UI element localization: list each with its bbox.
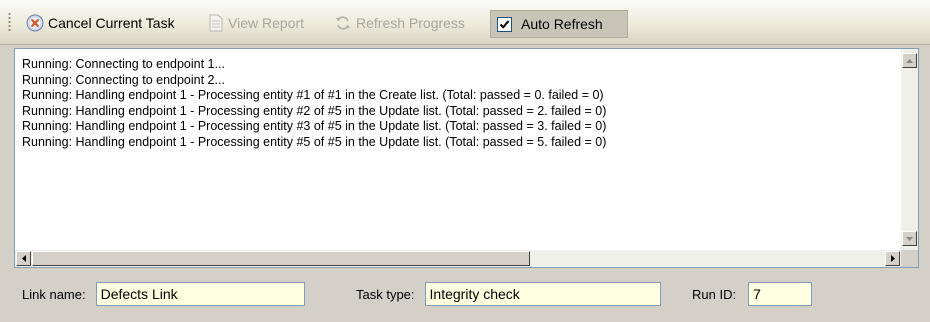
cancel-current-task-label: Cancel Current Task xyxy=(48,15,175,31)
log-line: Running: Connecting to endpoint 2... xyxy=(22,72,225,87)
refresh-progress-label: Refresh Progress xyxy=(356,15,465,31)
auto-refresh-toggle[interactable]: Auto Refresh xyxy=(490,10,628,38)
report-icon xyxy=(208,14,224,32)
scrollbar-corner xyxy=(901,250,918,267)
cancel-icon xyxy=(26,14,44,32)
run-id-field[interactable] xyxy=(748,282,813,306)
arrow-up-icon xyxy=(906,58,913,63)
horizontal-scroll-thumb[interactable] xyxy=(32,251,530,266)
log-line: Running: Handling endpoint 1 - Processin… xyxy=(22,103,607,118)
run-id-group: Run ID: xyxy=(692,280,813,308)
task-type-label: Task type: xyxy=(356,286,415,302)
refresh-progress-button[interactable]: Refresh Progress xyxy=(334,12,465,34)
toolbar-grip[interactable] xyxy=(8,12,11,32)
checkmark-icon xyxy=(499,19,510,29)
scroll-left-button[interactable] xyxy=(16,251,31,266)
arrow-down-icon xyxy=(906,236,913,241)
auto-refresh-checkbox[interactable] xyxy=(497,16,512,32)
link-name-group: Link name: xyxy=(22,280,305,308)
link-name-label: Link name: xyxy=(22,286,86,302)
arrow-left-icon xyxy=(21,255,26,262)
arrow-right-icon xyxy=(890,255,895,262)
scroll-down-button[interactable] xyxy=(902,231,917,246)
cancel-current-task-button[interactable]: Cancel Current Task xyxy=(26,12,175,34)
task-type-group: Task type: xyxy=(356,280,661,308)
view-report-button[interactable]: View Report xyxy=(208,12,304,34)
log-line: Running: Handling endpoint 1 - Processin… xyxy=(22,88,604,102)
task-type-field[interactable] xyxy=(424,282,661,306)
auto-refresh-label: Auto Refresh xyxy=(521,16,603,32)
log-line: Running: Handling endpoint 1 - Processin… xyxy=(22,134,607,149)
link-name-field[interactable] xyxy=(95,282,305,306)
run-id-label: Run ID: xyxy=(692,286,737,302)
log-lines: Running: Connecting to endpoint 1... Runn… xyxy=(22,57,896,150)
scroll-up-button[interactable] xyxy=(902,53,917,68)
horizontal-scrollbar[interactable] xyxy=(15,250,901,267)
view-report-label: View Report xyxy=(228,15,305,31)
log-line: Running: Handling endpoint 1 - Processin… xyxy=(22,119,607,133)
scroll-right-button[interactable] xyxy=(885,251,900,266)
vertical-scrollbar[interactable] xyxy=(901,49,918,250)
toolbar: Cancel Current Task View Report Refresh … xyxy=(0,0,930,45)
progress-log[interactable]: Running: Connecting to endpoint 1... Runn… xyxy=(14,48,919,268)
refresh-icon xyxy=(334,14,352,32)
log-line: Running: Connecting to endpoint 1... xyxy=(22,57,225,71)
